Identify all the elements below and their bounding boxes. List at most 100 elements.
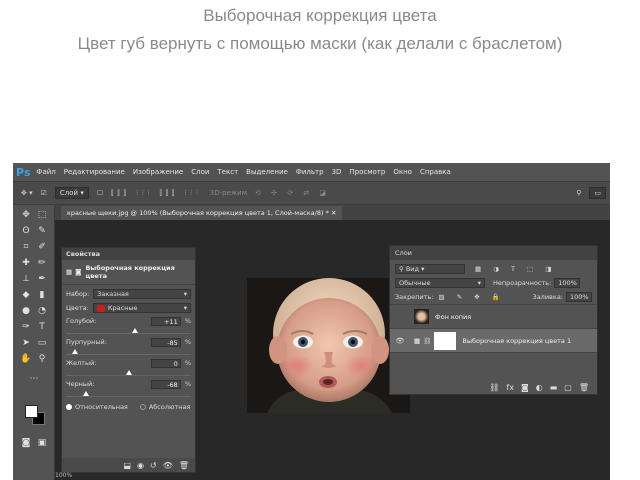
method-absolute-radio[interactable]: Абсолютная bbox=[139, 403, 190, 411]
menu-view[interactable]: Просмотр bbox=[349, 168, 385, 176]
menu-filter[interactable]: Фильтр bbox=[296, 168, 324, 176]
slider-track[interactable] bbox=[66, 390, 191, 397]
quick-select-tool-icon[interactable]: ✎ bbox=[35, 225, 49, 237]
slider-unit: % bbox=[184, 359, 191, 367]
eyedropper-tool-icon[interactable]: ✐ bbox=[35, 241, 49, 253]
document-tab[interactable]: красные щеки.jpg @ 100% (Выборочная корр… bbox=[61, 206, 343, 220]
layer-row[interactable]: Фон копия bbox=[390, 304, 597, 328]
path-select-tool-icon[interactable]: ➤ bbox=[19, 337, 33, 349]
slider-value-input[interactable]: 0 bbox=[150, 358, 181, 368]
zoom-tool-icon[interactable]: ⚲ bbox=[35, 353, 49, 365]
foreground-color-swatch[interactable] bbox=[25, 405, 38, 418]
adjustment-header: ▦ ◙ Выборочная коррекция цвета bbox=[62, 260, 195, 285]
slider-track[interactable] bbox=[66, 348, 191, 355]
close-icon[interactable]: ✕ bbox=[331, 209, 336, 217]
slider-thumb[interactable] bbox=[125, 370, 132, 375]
menu-file[interactable]: Файл bbox=[36, 168, 55, 176]
new-group-icon[interactable]: ▬ bbox=[550, 383, 558, 392]
blur-tool-icon[interactable]: ● bbox=[19, 305, 33, 317]
layer-select-dropdown[interactable]: Слой ▾ bbox=[54, 187, 89, 199]
brush-tool-icon[interactable]: ✏ bbox=[35, 257, 49, 269]
baby-face-image bbox=[247, 278, 410, 413]
clip-to-layer-icon[interactable]: ⬓ bbox=[123, 461, 131, 470]
slider-value-input[interactable]: +11 bbox=[150, 316, 181, 326]
layer-kind-dropdown[interactable]: ⚲ Вид ▾ bbox=[395, 264, 465, 274]
properties-footer: ⬓ ◉ ↺ 👁 🗑 bbox=[62, 458, 195, 472]
mask-icon[interactable]: ◙ bbox=[75, 268, 81, 276]
lock-icons[interactable]: ▨ ✎ ✥ 🔒 bbox=[438, 293, 504, 301]
link-layers-icon[interactable]: ⛓ bbox=[489, 383, 499, 392]
lasso-tool-icon[interactable]: ʘ bbox=[19, 225, 33, 237]
transform-controls-checkbox[interactable]: ☐ bbox=[97, 189, 103, 197]
lock-label: Закрепить: bbox=[395, 293, 434, 301]
quick-mask-icon[interactable]: ◙ bbox=[19, 437, 33, 449]
slider-thumb[interactable] bbox=[132, 328, 139, 333]
search-icon[interactable]: ⚲ bbox=[576, 189, 581, 197]
opacity-input[interactable]: 100% bbox=[554, 278, 581, 288]
slider-label: Пурпурный: bbox=[66, 338, 107, 346]
chain-link-icon[interactable]: ⛓ bbox=[423, 337, 431, 345]
delete-icon[interactable]: 🗑 bbox=[179, 461, 189, 470]
slider-value-input[interactable]: -85 bbox=[150, 337, 181, 347]
visibility-icon[interactable]: 👁 bbox=[163, 461, 173, 470]
layer-style-icon[interactable]: fx bbox=[506, 383, 514, 392]
hand-tool-icon[interactable]: ✋ bbox=[19, 353, 33, 365]
auto-select-checkbox[interactable]: ☑ bbox=[41, 189, 47, 197]
pen-tool-icon[interactable]: ✑ bbox=[19, 321, 33, 333]
menu-3d[interactable]: 3D bbox=[332, 168, 342, 176]
reset-icon[interactable]: ↺ bbox=[150, 461, 157, 470]
delete-layer-icon[interactable]: 🗑 bbox=[579, 383, 589, 392]
layer-mask-thumbnail[interactable] bbox=[434, 331, 457, 350]
healing-tool-icon[interactable]: ✚ bbox=[19, 257, 33, 269]
document-photo[interactable] bbox=[247, 278, 410, 413]
menu-type[interactable]: Текст bbox=[217, 168, 238, 176]
workspace-icon[interactable]: ▭ bbox=[589, 187, 606, 199]
slider-track[interactable] bbox=[66, 369, 191, 376]
zoom-level[interactable]: 100% bbox=[55, 472, 72, 479]
move-tool-icon[interactable]: ✥ bbox=[19, 209, 33, 221]
new-layer-icon[interactable]: ▢ bbox=[564, 383, 572, 392]
align-icons[interactable]: ⫿⫿⫿ ⫶⫶⫶ ⫿⫿⫿ ⫶⫶⫶ bbox=[111, 189, 202, 198]
slider-thumb[interactable] bbox=[83, 391, 89, 396]
type-tool-icon[interactable]: T bbox=[35, 321, 49, 333]
shape-tool-icon[interactable]: ▭ bbox=[35, 337, 49, 349]
menu-select[interactable]: Выделение bbox=[246, 168, 288, 176]
menu-edit[interactable]: Редактирование bbox=[64, 168, 125, 176]
menu-window[interactable]: Окно bbox=[393, 168, 412, 176]
gradient-tool-icon[interactable]: ▮ bbox=[35, 289, 49, 301]
layer-row-selected[interactable]: 👁 ▦ ⛓ Выборочная коррекция цвета 1 bbox=[390, 328, 597, 352]
layer-name[interactable]: Выборочная коррекция цвета 1 bbox=[462, 337, 571, 345]
slider-thumb[interactable] bbox=[72, 349, 79, 354]
menu-image[interactable]: Изображение bbox=[133, 168, 183, 176]
layer-row-background[interactable] bbox=[390, 352, 597, 360]
eraser-tool-icon[interactable]: ◆ bbox=[19, 289, 33, 301]
stamp-tool-icon[interactable]: ⊥ bbox=[19, 273, 33, 285]
slider-track[interactable] bbox=[66, 327, 191, 334]
preset-dropdown[interactable]: Заказная ▾ bbox=[93, 289, 191, 299]
preset-row: Набор: Заказная ▾ bbox=[62, 289, 195, 299]
fill-input[interactable]: 100% bbox=[566, 292, 592, 302]
add-mask-icon[interactable]: ◙ bbox=[521, 383, 529, 392]
view-previous-icon[interactable]: ◉ bbox=[137, 461, 144, 470]
colors-dropdown[interactable]: Красные ▾ bbox=[92, 303, 191, 313]
dodge-tool-icon[interactable]: ◔ bbox=[35, 305, 49, 317]
marquee-tool-icon[interactable]: ⬚ bbox=[35, 209, 49, 221]
properties-panel-title[interactable]: Свойства bbox=[62, 248, 195, 260]
history-brush-icon[interactable]: ✒ bbox=[35, 273, 49, 285]
new-adjustment-icon[interactable]: ◐ bbox=[536, 383, 543, 392]
screen-mode-icon[interactable]: ▣ bbox=[35, 437, 49, 449]
blend-mode-dropdown[interactable]: Обычные ▾ bbox=[395, 278, 485, 288]
layers-panel-title[interactable]: Слои bbox=[390, 246, 597, 260]
menu-help[interactable]: Справка bbox=[420, 168, 451, 176]
slider-label: Черный: bbox=[66, 380, 95, 388]
3d-mode-icons[interactable]: ⟲ ✣ ⟳ ⇄ ◪ bbox=[255, 189, 330, 197]
crop-tool-icon[interactable]: ⌗ bbox=[19, 241, 33, 253]
more-tools-icon[interactable]: ⋯ bbox=[27, 373, 41, 385]
method-relative-radio[interactable]: Относительная bbox=[66, 403, 128, 411]
eye-icon[interactable]: 👁 bbox=[394, 337, 406, 345]
slider-value-input[interactable]: -68 bbox=[150, 379, 181, 389]
move-tool-icon[interactable]: ✥ ▾ bbox=[21, 189, 33, 197]
menu-layers[interactable]: Слои bbox=[191, 168, 209, 176]
filter-icons[interactable]: ▦ ◑ T ⬚ ◨ bbox=[475, 265, 556, 273]
layer-name[interactable]: Фон копия bbox=[435, 313, 471, 321]
